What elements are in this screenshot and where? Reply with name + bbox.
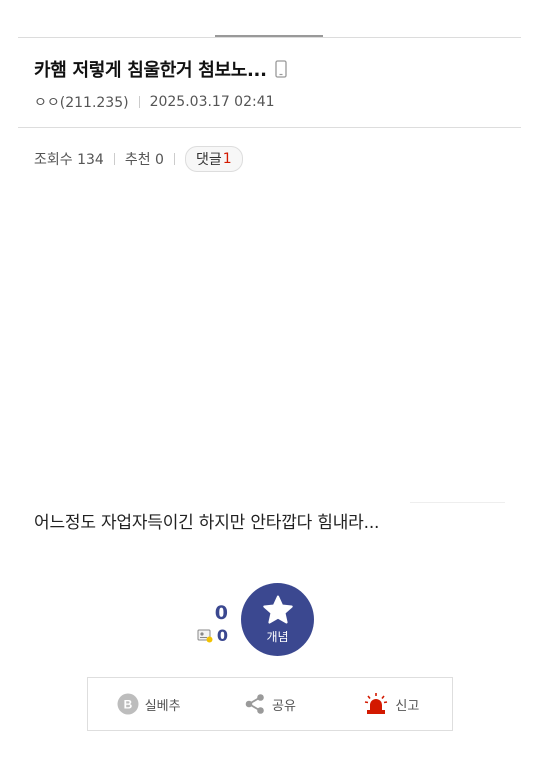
svg-text:B: B: [123, 698, 132, 712]
downvote-b-icon: B: [117, 693, 139, 715]
fixed-upvote-row: 0: [190, 626, 228, 645]
vote-counts: 0 0: [190, 602, 228, 645]
siren-icon: [365, 693, 388, 714]
fixed-upvote-count: 0: [216, 626, 228, 645]
star-icon: [262, 595, 293, 624]
post-datetime: 2025.03.17 02:41: [149, 94, 275, 110]
post-action-bar: B 실베추 공유 신고: [87, 677, 453, 731]
mobile-phone-icon: [274, 60, 287, 78]
downvote-button[interactable]: B 실베추: [88, 693, 209, 715]
comment-count-button[interactable]: 댓글 1: [184, 146, 243, 172]
post-title-row: 카햄 저렇게 침울한거 첨보노...: [34, 56, 287, 82]
fixed-member-icon: [197, 629, 213, 642]
share-button[interactable]: 공유: [209, 693, 330, 715]
view-count: 조회수 134: [34, 152, 104, 168]
author-name[interactable]: ㅇㅇ(211.235): [34, 92, 129, 112]
content-fade-divider: [410, 502, 505, 503]
header-divider: [18, 127, 521, 128]
share-label: 공유: [272, 698, 296, 714]
stats-separator: [113, 153, 115, 165]
share-icon: [245, 694, 264, 714]
post-body: 어느정도 자업자득이긴 하지만 안타깝다 힘내라...: [34, 513, 380, 533]
meta-separator: [138, 96, 140, 108]
downvote-label: 실베추: [144, 698, 181, 714]
comment-label: 댓글: [195, 152, 222, 168]
top-divider: [18, 37, 521, 38]
recommend-count: 추천 0: [124, 152, 164, 168]
post-stats: 조회수 134 추천 0 댓글 1: [34, 146, 243, 172]
report-button[interactable]: 신고: [331, 692, 452, 716]
upvote-count: 0: [214, 602, 228, 624]
stats-separator: [173, 153, 175, 165]
upvote-label: 개념: [266, 629, 289, 644]
post-meta: ㅇㅇ(211.235) 2025.03.17 02:41: [34, 92, 275, 112]
report-label: 신고: [395, 698, 420, 714]
post-title: 카햄 저렇게 침울한거 첨보노...: [34, 60, 267, 81]
upvote-button[interactable]: 개념: [241, 583, 314, 656]
comment-count: 1: [222, 151, 232, 167]
